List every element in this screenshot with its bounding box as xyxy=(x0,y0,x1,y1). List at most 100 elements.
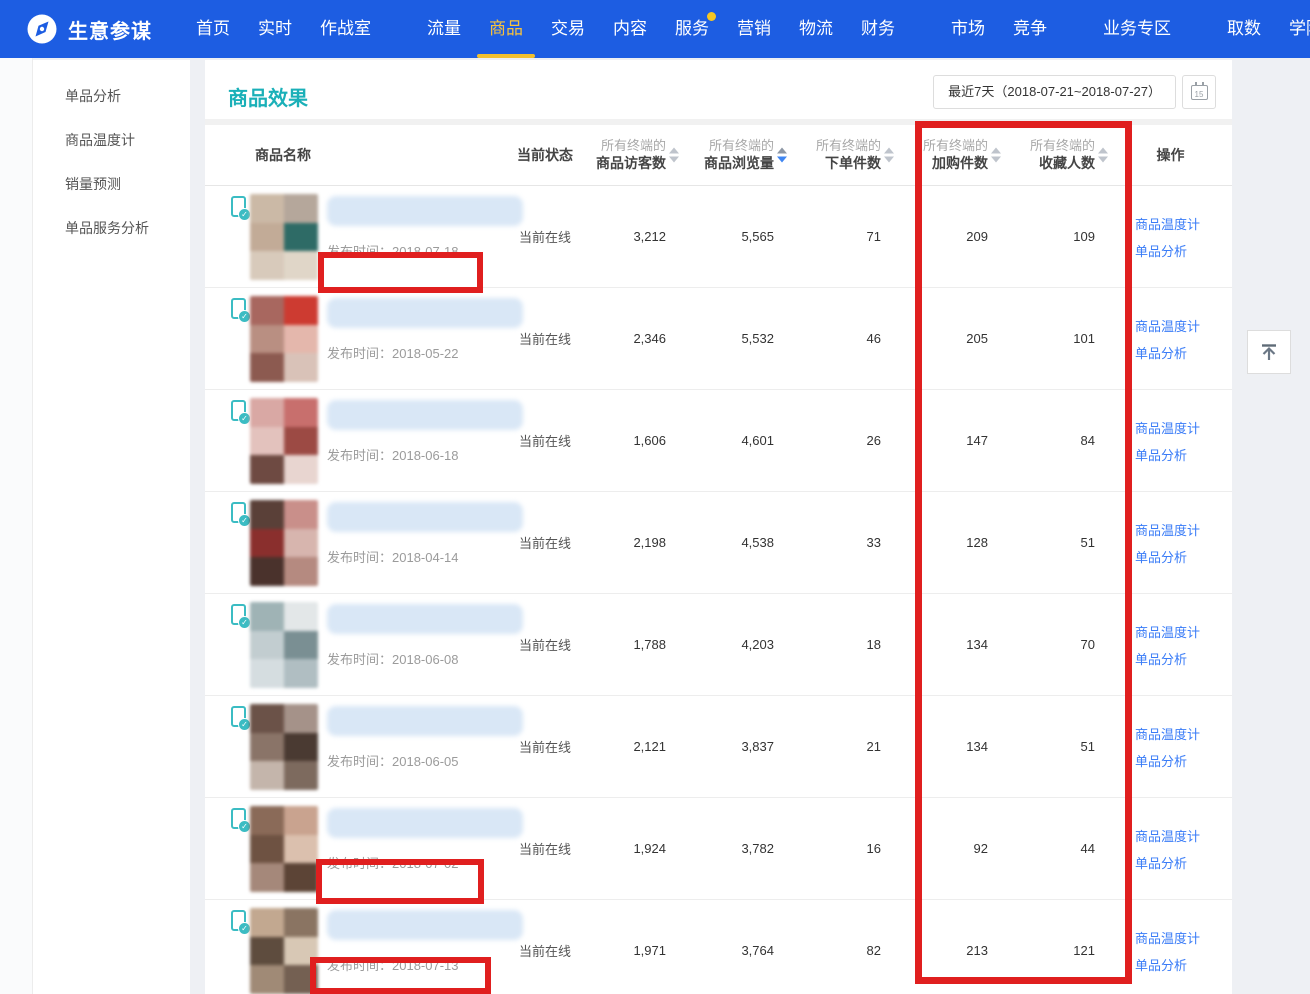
link-thermometer[interactable]: 商品温度计 xyxy=(1135,520,1232,539)
back-to-top-button[interactable] xyxy=(1247,330,1291,374)
link-analysis[interactable]: 单品分析 xyxy=(1135,547,1232,566)
sidebar: 单品分析 商品温度计 销量预测 单品服务分析 xyxy=(33,60,190,994)
product-title-blurred[interactable] xyxy=(327,808,523,838)
product-image[interactable] xyxy=(250,398,318,484)
nav-item-biz-zone[interactable]: 业务专区 xyxy=(1103,0,1171,58)
views-cell: 4,601 xyxy=(680,433,788,448)
nav-item-fetch-data[interactable]: 取数 xyxy=(1227,0,1261,58)
nav-item-home[interactable]: 首页 xyxy=(196,0,230,58)
sidebar-item-item-service-analysis[interactable]: 单品服务分析 xyxy=(33,206,190,250)
nav-item-trade[interactable]: 交易 xyxy=(551,0,585,58)
table-row: ✓ 发布时间：2018-07-02 当前在线 1,924 3,782 16 92… xyxy=(205,798,1232,900)
mobile-verified-icon: ✓ xyxy=(231,196,246,217)
publish-date: 发布时间：2018-06-18 xyxy=(327,445,523,464)
product-image[interactable] xyxy=(250,704,318,790)
views-cell: 3,837 xyxy=(680,739,788,754)
favorites-cell: 70 xyxy=(1002,637,1109,652)
mobile-verified-icon: ✓ xyxy=(231,400,246,421)
product-title-blurred[interactable] xyxy=(327,196,523,226)
visitors-cell: 2,121 xyxy=(585,739,680,754)
cart-adds-cell: 134 xyxy=(895,739,1002,754)
product-image[interactable] xyxy=(250,602,318,688)
link-thermometer[interactable]: 商品温度计 xyxy=(1135,418,1232,437)
nav-item-academy[interactable]: 学院 xyxy=(1289,0,1310,58)
product-image[interactable] xyxy=(250,194,318,280)
mobile-verified-icon: ✓ xyxy=(231,298,246,319)
link-analysis[interactable]: 单品分析 xyxy=(1135,445,1232,464)
publish-date: 发布时间：2018-06-08 xyxy=(327,649,523,668)
link-thermometer[interactable]: 商品温度计 xyxy=(1135,826,1232,845)
nav-item-competition[interactable]: 竞争 xyxy=(1013,0,1047,58)
publish-date: 发布时间：2018-07-13 xyxy=(327,955,523,974)
sort-favorites[interactable] xyxy=(1098,148,1108,163)
nav-item-traffic[interactable]: 流量 xyxy=(427,0,461,58)
favorites-cell: 44 xyxy=(1002,841,1109,856)
table-row: ✓ 发布时间：2018-04-14 当前在线 2,198 4,538 33 12… xyxy=(205,492,1232,594)
nav-item-content[interactable]: 内容 xyxy=(613,0,647,58)
link-analysis[interactable]: 单品分析 xyxy=(1135,853,1232,872)
sidebar-item-sales-forecast[interactable]: 销量预测 xyxy=(33,162,190,206)
cart-adds-cell: 92 xyxy=(895,841,1002,856)
date-range-selector[interactable]: 最近7天（2018-07-21~2018-07-27） xyxy=(933,75,1176,109)
link-analysis[interactable]: 单品分析 xyxy=(1135,955,1232,974)
link-thermometer[interactable]: 商品温度计 xyxy=(1135,724,1232,743)
product-title-blurred[interactable] xyxy=(327,604,523,634)
table-header: 商品名称 当前状态 所有终端的商品访客数 所有终端的商品浏览量 所有终端的下单件… xyxy=(205,125,1232,186)
sort-views-active-desc[interactable] xyxy=(777,148,787,163)
product-title-blurred[interactable] xyxy=(327,298,523,328)
publish-date: 发布时间：2018-07-02 xyxy=(327,853,523,872)
left-rail xyxy=(0,58,33,994)
favorites-cell: 121 xyxy=(1002,943,1109,958)
mobile-verified-icon: ✓ xyxy=(231,604,246,625)
publish-date: 发布时间：2018-05-22 xyxy=(327,343,523,362)
link-analysis[interactable]: 单品分析 xyxy=(1135,649,1232,668)
link-analysis[interactable]: 单品分析 xyxy=(1135,241,1232,260)
views-cell: 3,764 xyxy=(680,943,788,958)
link-analysis[interactable]: 单品分析 xyxy=(1135,751,1232,770)
col-current-status: 当前状态 xyxy=(505,145,585,165)
favorites-cell: 109 xyxy=(1002,229,1109,244)
sidebar-item-item-analysis[interactable]: 单品分析 xyxy=(33,74,190,118)
orders-cell: 33 xyxy=(788,535,895,550)
orders-cell: 46 xyxy=(788,331,895,346)
link-thermometer[interactable]: 商品温度计 xyxy=(1135,622,1232,641)
views-cell: 3,782 xyxy=(680,841,788,856)
favorites-cell: 84 xyxy=(1002,433,1109,448)
product-title-blurred[interactable] xyxy=(327,706,523,736)
product-image[interactable] xyxy=(250,908,318,994)
table-row: ✓ 发布时间：2018-06-08 当前在线 1,788 4,203 18 13… xyxy=(205,594,1232,696)
nav-item-war-room[interactable]: 作战室 xyxy=(320,0,371,58)
calendar-button[interactable]: 15 xyxy=(1182,75,1216,109)
product-image[interactable] xyxy=(250,296,318,382)
nav-item-realtime[interactable]: 实时 xyxy=(258,0,292,58)
link-thermometer[interactable]: 商品温度计 xyxy=(1135,928,1232,947)
sort-orders[interactable] xyxy=(884,148,894,163)
mobile-verified-icon: ✓ xyxy=(231,910,246,931)
views-cell: 4,538 xyxy=(680,535,788,550)
link-thermometer[interactable]: 商品温度计 xyxy=(1135,214,1232,233)
product-title-blurred[interactable] xyxy=(327,400,523,430)
product-image[interactable] xyxy=(250,500,318,586)
link-thermometer[interactable]: 商品温度计 xyxy=(1135,316,1232,335)
product-title-blurred[interactable] xyxy=(327,910,523,940)
nav-item-market[interactable]: 市场 xyxy=(951,0,985,58)
sycm-logo-icon xyxy=(26,13,58,45)
nav-item-product-active[interactable]: 商品 xyxy=(489,0,523,58)
sort-cart-adds[interactable] xyxy=(991,148,1001,163)
mobile-verified-icon: ✓ xyxy=(231,808,246,829)
nav-item-service[interactable]: 服务 xyxy=(675,0,709,58)
product-title-blurred[interactable] xyxy=(327,502,523,532)
col-product-name: 商品名称 xyxy=(230,145,505,165)
nav-item-logistics[interactable]: 物流 xyxy=(799,0,833,58)
cart-adds-cell: 209 xyxy=(895,229,1002,244)
sidebar-item-product-thermometer[interactable]: 商品温度计 xyxy=(33,118,190,162)
link-analysis[interactable]: 单品分析 xyxy=(1135,343,1232,362)
product-image[interactable] xyxy=(250,806,318,892)
col-action: 操作 xyxy=(1109,145,1232,165)
col-views: 所有终端的商品浏览量 xyxy=(680,137,788,173)
orders-cell: 21 xyxy=(788,739,895,754)
nav-item-finance[interactable]: 财务 xyxy=(861,0,895,58)
nav-item-marketing[interactable]: 营销 xyxy=(737,0,771,58)
main-panel: 商品效果 最近7天（2018-07-21~2018-07-27） 15 商品名称… xyxy=(205,60,1232,994)
sort-visitors[interactable] xyxy=(669,148,679,163)
